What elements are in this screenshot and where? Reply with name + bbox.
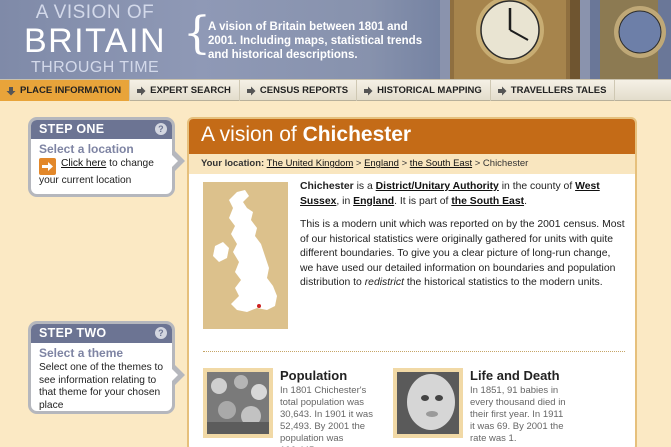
theme-summary: In 1801 Chichester's total population wa… — [280, 385, 373, 447]
breadcrumb-label: Your location: — [201, 158, 265, 169]
arrow-right-icon — [364, 86, 373, 95]
breadcrumb-england[interactable]: England — [364, 158, 399, 169]
theme-summary: In 1851, 91 babies in every thousand die… — [470, 385, 566, 444]
breadcrumb-south-east[interactable]: the South East — [410, 158, 472, 169]
nav-label: HISTORICAL MAPPING — [377, 85, 482, 96]
paragraph-emphasis: redistrict — [364, 277, 404, 288]
intro-paragraph: Chichester is a District/Unitary Authori… — [300, 180, 626, 209]
nav-label: PLACE INFORMATION — [20, 85, 122, 96]
step-two-body: Select one of the themes to see informat… — [39, 362, 164, 411]
place-name: Chichester — [300, 181, 354, 192]
logo-line-3: THROUGH TIME — [30, 59, 160, 76]
intro-text: . — [524, 195, 527, 207]
step-two-heading: STEP TWO ? — [31, 324, 172, 343]
place-content: Chichester is a District/Unitary Authori… — [189, 174, 635, 447]
change-location-link[interactable]: Click here — [61, 158, 106, 169]
theme-title[interactable]: Population — [280, 368, 347, 383]
site-header: A VISION OF BRITAIN THROUGH TIME { A vis… — [0, 0, 671, 79]
place-description: Chichester is a District/Unitary Authori… — [300, 180, 626, 300]
site-logo[interactable]: A VISION OF BRITAIN THROUGH TIME — [10, 2, 180, 78]
step-one-panel: STEP ONE ? Select a location Click here … — [28, 117, 185, 197]
clock-tower-image — [440, 0, 671, 79]
brace-decoration: { — [183, 8, 211, 59]
region-link[interactable]: the South East — [451, 196, 524, 207]
breadcrumb-uk[interactable]: The United Kingdom — [267, 158, 354, 169]
page-title-place: Chichester — [302, 123, 412, 146]
theme-title[interactable]: Life and Death — [470, 368, 560, 383]
arrow-right-icon — [137, 86, 146, 95]
pointer-arrow — [170, 364, 185, 386]
life-and-death-thumbnail[interactable] — [393, 368, 463, 438]
theme-life-and-death[interactable]: Life and Death In 1851, 91 babies in eve… — [393, 368, 583, 447]
arrow-right-icon — [246, 86, 256, 95]
breadcrumb-separator: > — [398, 158, 410, 169]
breadcrumb: Your location: The United Kingdom > Engl… — [189, 154, 635, 174]
intro-text: . It is part of — [394, 195, 452, 207]
step-one-body: Click here to change your current locati… — [31, 156, 172, 194]
section-divider — [203, 351, 625, 352]
logo-line-1: A VISION OF — [35, 2, 155, 23]
uk-location-map[interactable] — [203, 182, 288, 329]
nav-historical-mapping[interactable]: HISTORICAL MAPPING — [357, 80, 491, 101]
logo-line-2: BRITAIN — [23, 22, 167, 60]
unit-type-link[interactable]: District/Unitary Authority — [376, 181, 499, 192]
step-two-subtitle: Select a theme — [39, 346, 124, 360]
step-one-subtitle: Select a location — [39, 142, 134, 156]
help-icon[interactable]: ? — [155, 327, 167, 339]
pointer-arrow — [170, 150, 185, 172]
nav-place-information[interactable]: PLACE INFORMATION — [0, 80, 131, 101]
intro-text: is a — [353, 181, 376, 192]
population-thumbnail[interactable] — [203, 368, 273, 438]
breadcrumb-current: Chichester — [482, 158, 529, 169]
page-title: A vision of Chichester — [189, 119, 635, 154]
site-tagline: A vision of Britain between 1801 and 200… — [208, 21, 423, 61]
nav-travellers-tales[interactable]: TRAVELLERS TALES — [491, 80, 616, 101]
page-title-prefix: A vision of — [201, 123, 303, 146]
step-two-heading-text: STEP TWO — [39, 326, 107, 340]
arrow-down-icon — [6, 86, 16, 95]
nav-label: TRAVELLERS TALES — [510, 85, 607, 96]
country-link[interactable]: England — [353, 196, 394, 207]
step-one-heading: STEP ONE ? — [31, 120, 172, 139]
arrow-right-icon — [497, 86, 507, 95]
breadcrumb-separator: > — [472, 158, 483, 169]
paragraph-text: the historical statistics to the modern … — [403, 277, 603, 288]
main-nav: PLACE INFORMATION EXPERT SEARCH CENSUS R… — [0, 79, 671, 101]
place-content-panel: A vision of Chichester Your location: Th… — [187, 117, 637, 447]
arrow-right-icon[interactable] — [39, 158, 56, 175]
intro-text: in the county of — [498, 181, 576, 192]
step-one-heading-text: STEP ONE — [39, 122, 105, 136]
intro-text: , in — [336, 195, 354, 207]
nav-census-reports[interactable]: CENSUS REPORTS — [240, 80, 358, 101]
nav-label: CENSUS REPORTS — [259, 85, 349, 96]
help-icon[interactable]: ? — [155, 123, 167, 135]
modern-unit-paragraph: This is a modern unit which was reported… — [300, 218, 626, 291]
step-two-panel: STEP TWO ? Select a theme Select one of … — [28, 321, 185, 414]
theme-population[interactable]: Population In 1801 Chichester's total po… — [203, 368, 393, 447]
breadcrumb-separator: > — [353, 158, 365, 169]
nav-expert-search[interactable]: EXPERT SEARCH — [130, 80, 240, 101]
nav-label: EXPERT SEARCH — [150, 85, 231, 96]
